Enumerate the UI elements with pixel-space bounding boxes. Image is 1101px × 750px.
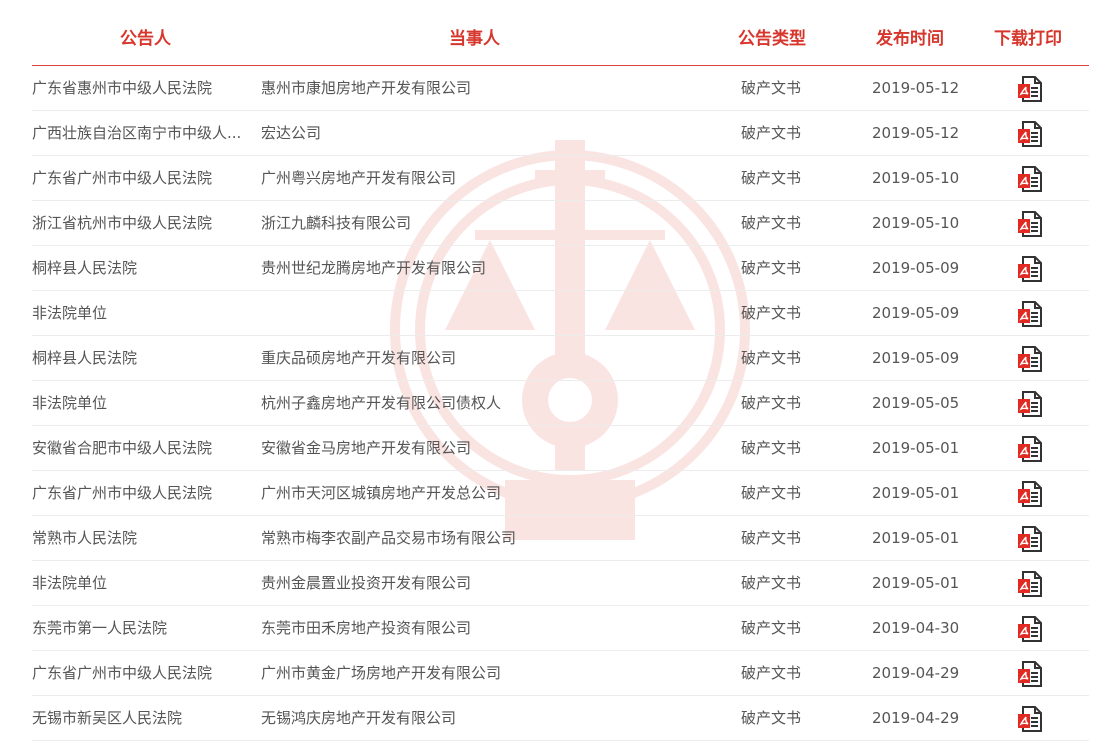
court-cell: 桐梓县人民法院 xyxy=(32,349,138,367)
announcement-table: 公告人 当事人 公告类型 发布时间 下载打印 广东省惠州市中级人民法院 惠州市康旭… xyxy=(32,0,1089,741)
type-cell: 破产文书 xyxy=(741,304,802,322)
party-cell: 浙江九麟科技有限公司 xyxy=(261,214,412,232)
table-row: 非法院单位 杭州子鑫房地产开发有限公司债权人 破产文书 2019-05-05 xyxy=(32,381,1089,426)
pdf-download-icon[interactable] xyxy=(1017,121,1043,147)
date-cell: 2019-05-12 xyxy=(872,79,960,97)
table-row: 广东省惠州市中级人民法院 惠州市康旭房地产开发有限公司 破产文书 2019-05-12 xyxy=(32,66,1089,111)
party-cell: 东莞市田禾房地产投资有限公司 xyxy=(261,619,472,637)
type-cell: 破产文书 xyxy=(741,574,802,592)
court-cell: 广东省广州市中级人民法院 xyxy=(32,664,213,682)
date-cell: 2019-05-10 xyxy=(872,214,960,232)
pdf-download-icon[interactable] xyxy=(1017,256,1043,282)
court-cell: 广东省惠州市中级人民法院 xyxy=(32,79,213,97)
header-court: 公告人 xyxy=(120,29,171,49)
type-cell: 破产文书 xyxy=(741,484,802,502)
header-date: 发布时间 xyxy=(876,29,944,49)
table-row: 桐梓县人民法院 重庆品硕房地产开发有限公司 破产文书 2019-05-09 xyxy=(32,336,1089,381)
court-cell: 东莞市第一人民法院 xyxy=(32,619,168,637)
date-cell: 2019-05-01 xyxy=(872,574,960,592)
type-cell: 破产文书 xyxy=(741,709,802,727)
court-cell: 广东省广州市中级人民法院 xyxy=(32,484,213,502)
table-row: 常熟市人民法院 常熟市梅李农副产品交易市场有限公司 破产文书 2019-05-01 xyxy=(32,516,1089,561)
court-cell: 桐梓县人民法院 xyxy=(32,259,138,277)
party-cell: 惠州市康旭房地产开发有限公司 xyxy=(261,79,472,97)
pdf-download-icon[interactable] xyxy=(1017,76,1043,102)
announcement-page: 公告人 当事人 公告类型 发布时间 下载打印 广东省惠州市中级人民法院 惠州市康旭… xyxy=(0,0,1101,750)
party-cell: 广州市天河区城镇房地产开发总公司 xyxy=(261,484,502,502)
table-row: 广西壮族自治区南宁市中级人... 宏达公司 破产文书 2019-05-12 xyxy=(32,111,1089,156)
pdf-download-icon[interactable] xyxy=(1017,301,1043,327)
table-row: 浙江省杭州市中级人民法院 浙江九麟科技有限公司 破产文书 2019-05-10 xyxy=(32,201,1089,246)
date-cell: 2019-04-30 xyxy=(872,619,960,637)
party-cell: 贵州世纪龙腾房地产开发有限公司 xyxy=(261,259,487,277)
pdf-download-icon[interactable] xyxy=(1017,391,1043,417)
date-cell: 2019-05-10 xyxy=(872,169,960,187)
date-cell: 2019-05-05 xyxy=(872,394,960,412)
table-row: 桐梓县人民法院 贵州世纪龙腾房地产开发有限公司 破产文书 2019-05-09 xyxy=(32,246,1089,291)
court-cell: 非法院单位 xyxy=(32,574,108,592)
pdf-download-icon[interactable] xyxy=(1017,166,1043,192)
header-type: 公告类型 xyxy=(738,29,806,49)
type-cell: 破产文书 xyxy=(741,79,802,97)
court-cell: 无锡市新吴区人民法院 xyxy=(32,709,183,727)
party-cell: 广州市黄金广场房地产开发有限公司 xyxy=(261,664,502,682)
table-row: 广东省广州市中级人民法院 广州市黄金广场房地产开发有限公司 破产文书 2019-04-… xyxy=(32,651,1089,696)
court-cell: 浙江省杭州市中级人民法院 xyxy=(32,214,213,232)
court-cell: 安徽省合肥市中级人民法院 xyxy=(32,439,213,457)
party-cell: 常熟市梅李农副产品交易市场有限公司 xyxy=(261,529,517,547)
table-header: 公告人 当事人 公告类型 发布时间 下载打印 xyxy=(32,0,1089,66)
party-cell: 广州粤兴房地产开发有限公司 xyxy=(261,169,457,187)
date-cell: 2019-05-09 xyxy=(872,349,960,367)
type-cell: 破产文书 xyxy=(741,394,802,412)
party-cell: 宏达公司 xyxy=(261,124,322,142)
date-cell: 2019-05-09 xyxy=(872,259,960,277)
table-row: 广东省广州市中级人民法院 广州粤兴房地产开发有限公司 破产文书 2019-05-10 xyxy=(32,156,1089,201)
pdf-download-icon[interactable] xyxy=(1017,436,1043,462)
party-cell: 杭州子鑫房地产开发有限公司债权人 xyxy=(261,394,502,412)
pdf-download-icon[interactable] xyxy=(1017,571,1043,597)
pdf-download-icon[interactable] xyxy=(1017,346,1043,372)
type-cell: 破产文书 xyxy=(741,439,802,457)
table-row: 东莞市第一人民法院 东莞市田禾房地产投资有限公司 破产文书 2019-04-30 xyxy=(32,606,1089,651)
type-cell: 破产文书 xyxy=(741,124,802,142)
court-cell: 广西壮族自治区南宁市中级人... xyxy=(32,124,242,142)
court-cell: 广东省广州市中级人民法院 xyxy=(32,169,213,187)
date-cell: 2019-05-01 xyxy=(872,529,960,547)
table-row: 无锡市新吴区人民法院 无锡鸿庆房地产开发有限公司 破产文书 2019-04-29 xyxy=(32,696,1089,741)
pdf-download-icon[interactable] xyxy=(1017,481,1043,507)
party-cell: 无锡鸿庆房地产开发有限公司 xyxy=(261,709,457,727)
court-cell: 非法院单位 xyxy=(32,394,108,412)
pdf-download-icon[interactable] xyxy=(1017,211,1043,237)
type-cell: 破产文书 xyxy=(741,349,802,367)
type-cell: 破产文书 xyxy=(741,169,802,187)
date-cell: 2019-05-01 xyxy=(872,439,960,457)
party-cell: 贵州金晨置业投资开发有限公司 xyxy=(261,574,472,592)
pdf-download-icon[interactable] xyxy=(1017,616,1043,642)
table-body: 广东省惠州市中级人民法院 惠州市康旭房地产开发有限公司 破产文书 2019-05-12… xyxy=(32,66,1089,741)
table-bottom-divider xyxy=(32,740,1089,741)
date-cell: 2019-05-12 xyxy=(872,124,960,142)
pdf-download-icon[interactable] xyxy=(1017,706,1043,732)
type-cell: 破产文书 xyxy=(741,529,802,547)
court-cell: 常熟市人民法院 xyxy=(32,529,138,547)
table-row: 非法院单位 贵州金晨置业投资开发有限公司 破产文书 2019-05-01 xyxy=(32,561,1089,606)
type-cell: 破产文书 xyxy=(741,619,802,637)
date-cell: 2019-04-29 xyxy=(872,664,960,682)
type-cell: 破产文书 xyxy=(741,259,802,277)
type-cell: 破产文书 xyxy=(741,664,802,682)
header-party: 当事人 xyxy=(449,29,500,49)
table-row: 安徽省合肥市中级人民法院 安徽省金马房地产开发有限公司 破产文书 2019-05-01 xyxy=(32,426,1089,471)
date-cell: 2019-05-01 xyxy=(872,484,960,502)
header-download: 下载打印 xyxy=(994,29,1062,49)
date-cell: 2019-04-29 xyxy=(872,709,960,727)
type-cell: 破产文书 xyxy=(741,214,802,232)
pdf-download-icon[interactable] xyxy=(1017,661,1043,687)
date-cell: 2019-05-09 xyxy=(872,304,960,322)
court-cell: 非法院单位 xyxy=(32,304,108,322)
party-cell: 安徽省金马房地产开发有限公司 xyxy=(261,439,472,457)
table-row: 广东省广州市中级人民法院 广州市天河区城镇房地产开发总公司 破产文书 2019-05-… xyxy=(32,471,1089,516)
party-cell: 重庆品硕房地产开发有限公司 xyxy=(261,349,457,367)
table-row: 非法院单位 破产文书 2019-05-09 xyxy=(32,291,1089,336)
pdf-download-icon[interactable] xyxy=(1017,526,1043,552)
